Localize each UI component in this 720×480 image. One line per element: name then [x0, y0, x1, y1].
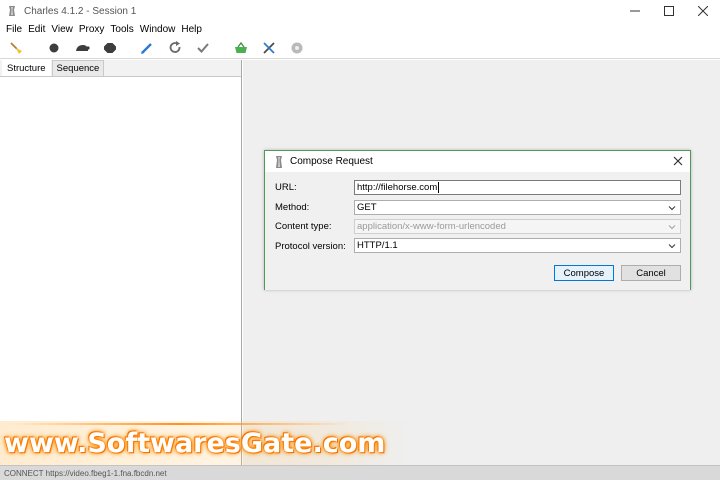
tools-button[interactable] [260, 40, 278, 56]
view-tabs: Structure Sequence [0, 60, 241, 77]
minimize-icon [630, 10, 640, 12]
watermark-text: www.SoftwaresGate.com [4, 427, 386, 459]
chevron-down-icon [668, 206, 676, 211]
dialog-title-bar: Compose Request [265, 151, 690, 172]
text-caret [438, 182, 440, 193]
menu-file[interactable]: File [3, 24, 25, 35]
dialog-close-icon[interactable] [672, 155, 684, 167]
chevron-down-icon [668, 225, 676, 230]
record-button[interactable] [45, 40, 63, 56]
url-label: URL: [275, 182, 297, 193]
compose-button-dialog[interactable]: Compose [554, 265, 614, 281]
method-select[interactable]: GET [354, 200, 681, 215]
tools-icon [263, 42, 275, 54]
url-input[interactable]: http://filehorse.com [354, 180, 681, 195]
menu-view[interactable]: View [48, 24, 76, 35]
toolbar [0, 37, 720, 59]
basket-icon [235, 41, 247, 53]
throttle-button[interactable] [73, 40, 91, 56]
tab-structure[interactable]: Structure [2, 60, 51, 76]
maximize-icon [664, 6, 674, 16]
minimize-button[interactable] [618, 0, 652, 22]
method-label: Method: [275, 202, 310, 213]
validate-icon [197, 43, 209, 53]
tab-sequence[interactable]: Sequence [51, 60, 105, 76]
menu-bar: File Edit View Proxy Tools Window Help [0, 22, 720, 37]
settings-button[interactable] [288, 40, 306, 56]
dialog-body: URL: http://filehorse.com Method: GET Co… [265, 172, 690, 290]
cancel-button[interactable]: Cancel [621, 265, 681, 281]
charles-dialog-icon [276, 155, 282, 168]
content-type-value: application/x-www-form-urlencoded [357, 221, 506, 232]
broom-icon [10, 42, 22, 54]
menu-proxy[interactable]: Proxy [76, 24, 108, 35]
title-bar: Charles 4.1.2 - Session 1 [0, 0, 720, 22]
protocol-version-select[interactable]: HTTP/1.1 [354, 238, 681, 253]
compose-request-dialog: Compose Request URL: http://filehorse.co… [264, 150, 691, 290]
repeat-icon [169, 41, 181, 53]
navigation-pane: Structure Sequence [0, 60, 242, 465]
protocol-version-label: Protocol version: [275, 241, 346, 252]
maximize-button[interactable] [652, 0, 686, 22]
menu-tools[interactable]: Tools [107, 24, 136, 35]
method-value: GET [357, 202, 377, 213]
window-title: Charles 4.1.2 - Session 1 [24, 5, 137, 17]
breakpoints-button[interactable] [101, 40, 119, 56]
charles-app-icon [9, 6, 15, 16]
watermark: www.SoftwaresGate.com [0, 421, 410, 465]
breakpoint-icon [104, 43, 116, 53]
record-icon [49, 43, 59, 53]
close-button[interactable] [686, 0, 720, 22]
basket-button[interactable] [232, 40, 250, 56]
status-text: CONNECT https://video.fbeg1-1.fna.fbcdn.… [4, 468, 167, 478]
status-bar: CONNECT https://video.fbeg1-1.fna.fbcdn.… [0, 465, 720, 480]
window-controls [618, 0, 720, 22]
validate-button[interactable] [194, 40, 212, 56]
chevron-down-icon [668, 244, 676, 249]
throttle-icon [76, 45, 90, 51]
menu-edit[interactable]: Edit [25, 24, 48, 35]
compose-button[interactable] [138, 40, 156, 56]
settings-icon [291, 42, 303, 54]
menu-help[interactable]: Help [178, 24, 205, 35]
dialog-title: Compose Request [290, 156, 373, 167]
url-value: http://filehorse.com [357, 182, 438, 193]
menu-window[interactable]: Window [137, 24, 179, 35]
compose-icon [141, 43, 152, 54]
content-type-label: Content type: [275, 221, 332, 232]
content-type-select[interactable]: application/x-www-form-urlencoded [354, 219, 681, 234]
protocol-version-value: HTTP/1.1 [357, 240, 398, 251]
repeat-button[interactable] [166, 40, 184, 56]
clear-session-button[interactable] [7, 40, 25, 56]
close-icon [698, 6, 708, 16]
